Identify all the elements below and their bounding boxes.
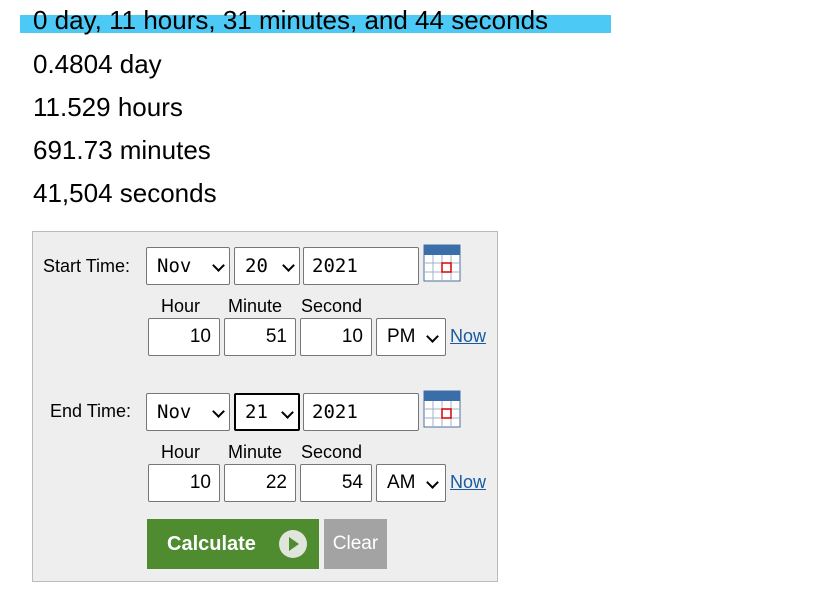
result-days: 0.4804 day [33, 49, 162, 79]
chevron-down-icon [281, 406, 294, 419]
start-second-input[interactable]: 10 [300, 318, 372, 356]
start-ampm-value: PM [387, 326, 416, 347]
chevron-down-icon [282, 259, 295, 272]
calculate-label: Calculate [167, 533, 256, 555]
start-minute-label: Minute [228, 296, 283, 316]
start-hour-input[interactable]: 10 [148, 318, 220, 356]
start-minute-input[interactable]: 51 [224, 318, 296, 356]
end-hour-input[interactable]: 10 [148, 464, 220, 502]
calculate-button[interactable]: Calculate [147, 519, 319, 569]
end-minute-input[interactable]: 22 [224, 464, 296, 502]
end-minute-label: Minute [228, 442, 283, 462]
start-now-link[interactable]: Now [450, 326, 486, 347]
end-time-label: End Time: [50, 401, 132, 421]
end-month-select[interactable]: Nov [146, 393, 230, 431]
result-hours: 11.529 hours [33, 92, 183, 122]
result-duration-full: 0 day, 11 hours, 31 minutes, and 44 seco… [20, 0, 611, 43]
end-day-value: 21 [245, 401, 268, 423]
start-ampm-select[interactable]: PM [376, 318, 446, 356]
end-ampm-value: AM [387, 472, 416, 493]
end-hour-label: Hour [161, 442, 201, 462]
start-month-select[interactable]: Nov [146, 247, 230, 285]
end-second-input[interactable]: 54 [300, 464, 372, 502]
result-seconds: 41,504 seconds [33, 178, 217, 208]
start-second-label: Second [301, 296, 363, 316]
chevron-down-icon [426, 476, 439, 489]
start-hour-label: Hour [161, 296, 201, 316]
results: 0 day, 11 hours, 31 minutes, and 44 seco… [20, 0, 611, 215]
start-day-select[interactable]: 20 [234, 247, 300, 285]
chevron-down-icon [212, 259, 225, 272]
chevron-down-icon [426, 330, 439, 343]
calendar-icon[interactable] [423, 390, 461, 428]
play-icon [279, 530, 307, 558]
clear-button[interactable]: Clear [324, 519, 387, 569]
end-day-select[interactable]: 21 [234, 393, 300, 431]
start-day-value: 20 [245, 255, 268, 277]
chevron-down-icon [212, 405, 225, 418]
end-second-label: Second [301, 442, 363, 462]
start-month-value: Nov [157, 255, 192, 277]
start-time-label: Start Time: [43, 256, 131, 276]
calendar-icon[interactable] [423, 244, 461, 282]
result-minutes: 691.73 minutes [33, 135, 211, 165]
end-now-link[interactable]: Now [450, 472, 486, 493]
end-year-input[interactable]: 2021 [303, 393, 419, 431]
end-ampm-select[interactable]: AM [376, 464, 446, 502]
start-year-input[interactable]: 2021 [303, 247, 419, 285]
end-month-value: Nov [157, 401, 192, 423]
time-calculator-form: Start Time: Nov 20 2021 Hour Minute Seco… [32, 231, 498, 582]
